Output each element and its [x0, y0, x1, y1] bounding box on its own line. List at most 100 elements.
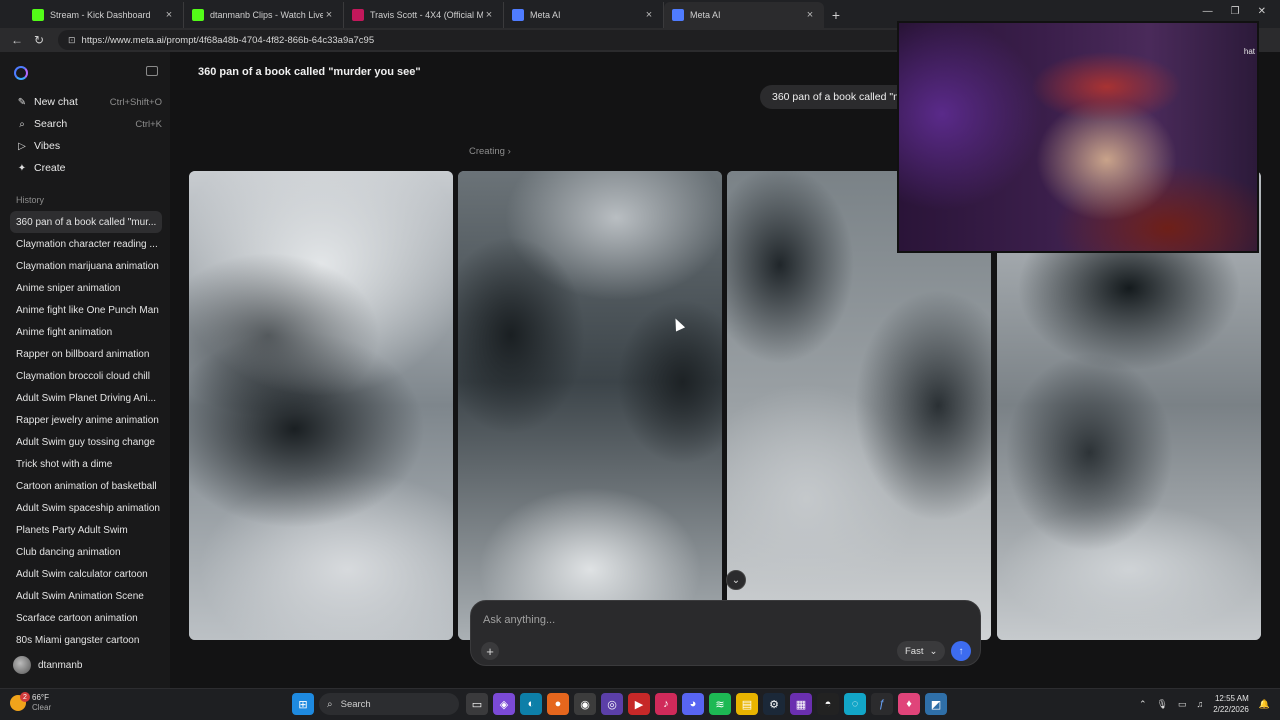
history-item[interactable]: Anime fight animation — [10, 321, 162, 343]
cloud-app-icon[interactable]: ◌ — [844, 693, 866, 715]
back-icon[interactable]: ← — [6, 33, 28, 47]
browser-tab[interactable]: Travis Scott - 4X4 (Official Music V× — [344, 2, 504, 28]
user-profile-button[interactable]: dtanmanb — [13, 656, 82, 674]
browser-tab[interactable]: Stream - Kick Dashboard × — [24, 2, 184, 28]
history-item[interactable]: Anime fight like One Punch Man — [10, 299, 162, 321]
collapse-sidebar-icon[interactable] — [146, 66, 158, 76]
notifications-icon[interactable]: 🔔 — [1259, 699, 1270, 710]
history-item-label: Adult Swim calculator cartoon — [16, 568, 148, 580]
site-info-icon[interactable]: ⊡ — [68, 35, 76, 46]
history-item[interactable]: Anime sniper animation — [10, 277, 162, 299]
windows-taskbar: 2 66°F Clear ⊞ ⌕ Search ▭ ◈ ◐ ● ◉ ◎ ▶ ♪ … — [0, 688, 1280, 720]
history-item[interactable]: Rapper jewelry anime animation — [10, 409, 162, 431]
microphone-icon[interactable]: 🎙 — [1156, 699, 1167, 710]
add-attachment-button[interactable]: + — [481, 642, 499, 660]
url-field[interactable]: ⊡ https://www.meta.ai/prompt/4f68a48b-47… — [58, 30, 918, 50]
user-prompt-text: 360 pan of a book called "m — [772, 91, 902, 103]
clock[interactable]: 12:55 AM 2/22/2026 — [1213, 693, 1249, 715]
file-explorer-icon[interactable]: ▤ — [736, 693, 758, 715]
discord-icon[interactable]: ◕ — [682, 693, 704, 715]
new-tab-button[interactable]: + — [824, 2, 848, 28]
browser-tab[interactable]: dtanmanb Clips - Watch Live on K× — [184, 2, 344, 28]
history-item[interactable]: Adult Swim spaceship animation — [10, 497, 162, 519]
close-window-icon[interactable]: ✕ — [1258, 6, 1266, 17]
tab-favicon-icon — [672, 9, 684, 21]
overlay-app-icon[interactable]: ◓ — [817, 693, 839, 715]
generated-video-tile[interactable] — [458, 171, 722, 640]
chevron-up-icon[interactable]: ⌃ — [1139, 699, 1147, 710]
map-pin-app-icon[interactable]: ♦ — [898, 693, 920, 715]
history-item[interactable]: Club dancing animation — [10, 541, 162, 563]
history-item[interactable]: 360 pan of a book called "mur... — [10, 211, 162, 233]
minimize-icon[interactable]: — — [1203, 6, 1213, 17]
mode-selector[interactable]: Fast ⌄ — [897, 641, 946, 661]
history-item[interactable]: 80s Miami gangster cartoon — [10, 629, 162, 651]
music-app-icon[interactable]: ♪ — [655, 693, 677, 715]
generated-video-tile[interactable] — [189, 171, 453, 640]
browser-tab[interactable]: Meta AI × — [504, 2, 664, 28]
steam-icon[interactable]: ⚙ — [763, 693, 785, 715]
history-item[interactable]: Claymation broccoli cloud chill — [10, 365, 162, 387]
history-item[interactable]: Claymation character reading ... — [10, 233, 162, 255]
reload-icon[interactable]: ↻ — [28, 33, 50, 47]
sparkle-icon: ✦ — [17, 162, 27, 174]
spotify-icon[interactable]: ≋ — [709, 693, 731, 715]
history-item[interactable]: Cartoon animation of basketball — [10, 475, 162, 497]
history-item[interactable]: Rapper on billboard animation — [10, 343, 162, 365]
mode-label: Fast — [905, 645, 924, 657]
url-text: https://www.meta.ai/prompt/4f68a48b-4704… — [81, 34, 375, 46]
vibes-button[interactable]: ▷ Vibes — [16, 137, 162, 155]
copilot-icon[interactable]: ◈ — [493, 693, 515, 715]
history-item[interactable]: Planets Party Adult Swim — [10, 519, 162, 541]
firefox-icon[interactable]: ● — [547, 693, 569, 715]
scroll-down-button[interactable]: ⌄ — [726, 570, 746, 590]
history-heading: History — [16, 195, 45, 205]
editor-app-icon[interactable]: ▦ — [790, 693, 812, 715]
plus-icon: + — [486, 643, 494, 659]
tab-title: Travis Scott - 4X4 (Official Music V — [370, 10, 483, 20]
history-item[interactable]: Adult Swim calculator cartoon — [10, 563, 162, 585]
history-item-label: Anime fight like One Punch Man — [16, 304, 159, 316]
edge-icon[interactable]: ◐ — [520, 693, 542, 715]
close-tab-icon[interactable]: × — [323, 9, 335, 21]
chevron-right-icon: › — [507, 146, 511, 157]
chrome-icon[interactable]: ◉ — [574, 693, 596, 715]
close-tab-icon[interactable]: × — [643, 9, 655, 21]
weather-widget[interactable]: 2 66°F Clear — [10, 692, 51, 713]
windows-start-icon[interactable]: ⊞ — [292, 693, 314, 715]
history-item[interactable]: Adult Swim guy tossing change — [10, 431, 162, 453]
creating-status[interactable]: Creating › — [469, 146, 511, 157]
creating-label: Creating — [469, 146, 505, 157]
task-view-icon[interactable]: ▭ — [466, 693, 488, 715]
composer: + Fast ⌄ ↑ — [470, 600, 981, 666]
browser-tab[interactable]: Meta AI × — [664, 2, 824, 28]
obs-icon[interactable]: ◎ — [601, 693, 623, 715]
capture-app-icon[interactable]: ◩ — [925, 693, 947, 715]
restore-icon[interactable]: ❐ — [1231, 6, 1240, 17]
chat-title: 360 pan of a book called "murder you see… — [198, 66, 421, 78]
history-item[interactable]: Adult Swim Animation Scene — [10, 585, 162, 607]
avatar — [13, 656, 31, 674]
history-item[interactable]: Trick shot with a dime — [10, 453, 162, 475]
history-item[interactable]: Scarface cartoon animation — [10, 607, 162, 629]
history-item[interactable]: Adult Swim Planet Driving Ani... — [10, 387, 162, 409]
volume-icon[interactable]: ♫ — [1196, 699, 1203, 709]
taskbar-search[interactable]: ⌕ Search — [319, 693, 459, 715]
meta-ai-logo-icon[interactable] — [14, 66, 28, 80]
chevron-down-icon: ⌄ — [929, 645, 938, 657]
close-tab-icon[interactable]: × — [804, 9, 816, 21]
fx-app-icon[interactable]: ƒ — [871, 693, 893, 715]
network-icon[interactable]: ▭ — [1178, 699, 1187, 710]
new-chat-button[interactable]: ✎ New chat Ctrl+Shift+O — [16, 93, 162, 111]
clock-time: 12:55 AM — [1214, 694, 1249, 703]
ask-input[interactable] — [483, 610, 963, 630]
history-item-label: Rapper jewelry anime animation — [16, 414, 159, 426]
media-app-icon[interactable]: ▶ — [628, 693, 650, 715]
create-button[interactable]: ✦ Create — [16, 159, 162, 177]
send-button[interactable]: ↑ — [951, 641, 971, 661]
close-tab-icon[interactable]: × — [483, 9, 495, 21]
history-item[interactable]: Claymation marijuana animation — [10, 255, 162, 277]
search-button[interactable]: ⌕ Search Ctrl+K — [16, 115, 162, 133]
close-tab-icon[interactable]: × — [163, 9, 175, 21]
history-item-label: Rapper on billboard animation — [16, 348, 150, 360]
